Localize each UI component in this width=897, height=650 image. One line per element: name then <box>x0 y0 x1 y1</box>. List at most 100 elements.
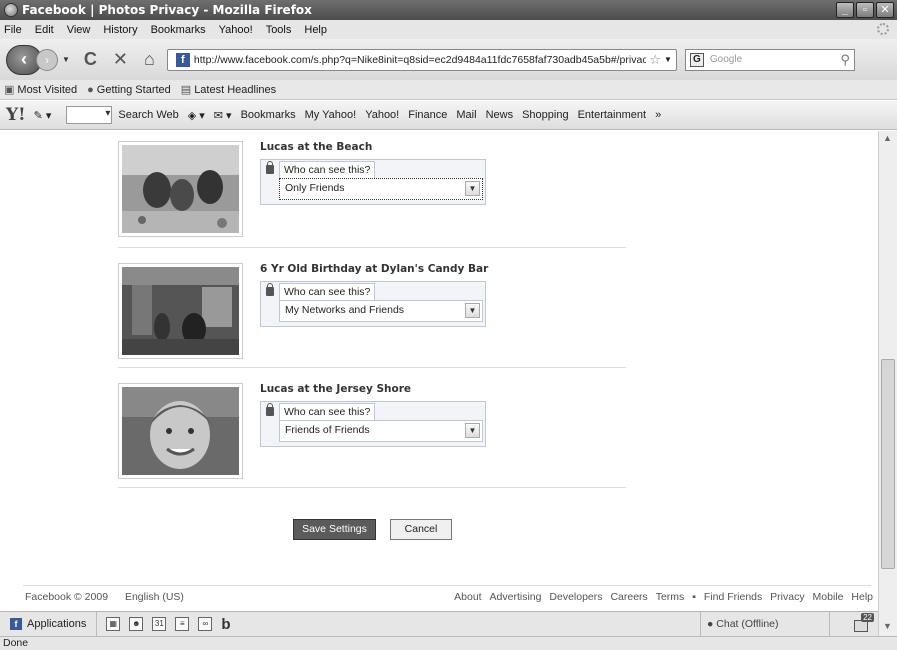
reload-icon[interactable]: C <box>84 49 97 70</box>
who-can-see-label: Who can see this? <box>279 283 376 300</box>
privacy-select[interactable]: Friends of Friends ▼ <box>279 420 483 442</box>
photos-icon[interactable]: ▦ <box>106 617 121 631</box>
pencil-icon[interactable]: ✎ ▾ <box>34 109 52 122</box>
shopping-button[interactable]: Shopping <box>522 109 569 121</box>
chevron-down-icon[interactable]: ▼ <box>465 303 480 318</box>
lock-icon <box>266 403 274 416</box>
menu-help[interactable]: Help <box>304 24 327 36</box>
stop-icon[interactable]: ✕ <box>113 49 128 70</box>
chevron-down-icon[interactable]: ▼ <box>465 423 480 438</box>
footer-link-find-friends[interactable]: Find Friends <box>704 591 762 603</box>
scrollbar-thumb[interactable] <box>881 359 895 569</box>
beach-photo <box>122 145 239 233</box>
chevron-down-icon[interactable]: ▼ <box>465 181 480 196</box>
jersey-shore-photo <box>122 387 239 475</box>
home-icon[interactable]: ⌂ <box>144 49 155 70</box>
applications-button[interactable]: f Applications <box>0 611 98 636</box>
notification-count: 22 <box>861 613 874 622</box>
maximize-button[interactable]: ▫ <box>856 2 874 18</box>
yahoo-logo[interactable]: Y! <box>6 105 26 125</box>
save-settings-button[interactable]: Save Settings <box>293 519 376 540</box>
menu-history[interactable]: History <box>103 24 137 36</box>
close-button[interactable]: ✕ <box>876 2 894 18</box>
footer-link-advertising[interactable]: Advertising <box>490 591 542 603</box>
finance-button[interactable]: Finance <box>408 109 447 121</box>
entertainment-button[interactable]: Entertainment <box>578 109 646 121</box>
footer-link-about[interactable]: About <box>454 591 481 603</box>
photo-thumbnail[interactable] <box>118 383 243 479</box>
b-app-icon[interactable]: b <box>221 616 230 633</box>
yahoo-search-input[interactable] <box>66 106 113 124</box>
menu-yahoo[interactable]: Yahoo! <box>219 24 253 36</box>
search-input[interactable]: Google <box>710 54 840 65</box>
vertical-scrollbar[interactable]: ▲ ▼ <box>878 131 897 636</box>
photo-thumbnail[interactable] <box>118 263 243 359</box>
footer-link-careers[interactable]: Careers <box>610 591 647 603</box>
chat-button[interactable]: ● Chat (Offline) <box>700 612 830 636</box>
links-icon[interactable]: ∞ <box>198 617 213 631</box>
footer-link-developers[interactable]: Developers <box>549 591 602 603</box>
history-dropdown-icon[interactable]: ▼ <box>62 55 70 64</box>
bookmark-latest-headlines[interactable]: ▤ Latest Headlines <box>180 83 276 97</box>
url-bar[interactable]: f http://www.facebook.com/s.php?q=Nike8i… <box>166 48 677 71</box>
search-icon[interactable]: ⚲ <box>840 52 850 68</box>
page-content: Lucas at the Beach Who can see this? Onl… <box>0 131 878 636</box>
bookmark-getting-started[interactable]: ● Getting Started <box>87 84 171 96</box>
footer-link-terms[interactable]: Terms <box>656 591 685 603</box>
url-text[interactable]: http://www.facebook.com/s.php?q=Nike8ini… <box>194 54 646 66</box>
bookmark-most-visited[interactable]: ▣ Most Visited <box>4 83 77 97</box>
language-link[interactable]: English (US) <box>125 591 184 603</box>
bookmarks-toolbar: ▣ Most Visited ● Getting Started ▤ Latest H… <box>0 80 897 100</box>
google-icon[interactable]: G <box>689 52 704 67</box>
throbber-icon <box>877 23 889 35</box>
privacy-select[interactable]: My Networks and Friends ▼ <box>279 300 483 322</box>
menu-bookmarks[interactable]: Bookmarks <box>151 24 206 36</box>
menu-tools[interactable]: Tools <box>266 24 292 36</box>
lock-icon <box>266 161 274 174</box>
mail-button[interactable]: Mail <box>456 109 476 121</box>
privacy-select-value: Friends of Friends <box>285 424 370 436</box>
lock-icon <box>266 283 274 296</box>
notifications-button[interactable]: 22 <box>852 613 874 634</box>
photo-thumbnail[interactable] <box>118 141 243 237</box>
yahoo-bookmarks-button[interactable]: Bookmarks <box>241 109 296 121</box>
scroll-down-icon[interactable]: ▼ <box>883 621 892 631</box>
search-web-button[interactable]: Search Web <box>118 109 178 121</box>
menu-view[interactable]: View <box>67 24 91 36</box>
footer-divider <box>23 585 871 586</box>
firefox-small-icon: ● <box>87 83 94 96</box>
url-dropdown-icon[interactable]: ▼ <box>664 55 672 64</box>
highlight-icon[interactable]: ✉ ▾ <box>214 109 232 122</box>
cancel-button[interactable]: Cancel <box>390 519 452 540</box>
navigation-toolbar: ‹ › ▼ C ✕ ⌂ f http://www.facebook.com/s.… <box>0 39 897 80</box>
privacy-select[interactable]: Only Friends ▼ <box>279 178 483 200</box>
yahoo-button[interactable]: Yahoo! <box>365 109 399 121</box>
scroll-up-icon[interactable]: ▲ <box>883 133 892 143</box>
my-yahoo-button[interactable]: My Yahoo! <box>305 109 357 121</box>
status-bar: Done <box>0 636 897 650</box>
rss-icon: ▤ <box>180 84 192 96</box>
toolbar-overflow-button[interactable]: » <box>655 109 661 121</box>
footer-link-mobile[interactable]: Mobile <box>813 591 844 603</box>
footer-link-help[interactable]: Help <box>851 591 873 603</box>
row-divider <box>118 487 626 488</box>
who-can-see-label: Who can see this? <box>279 161 376 178</box>
footer: Facebook © 2009 English (US) About Adver… <box>25 591 873 603</box>
bookmark-star-icon[interactable]: ☆ <box>649 52 661 68</box>
privacy-control: Who can see this? Friends of Friends ▼ <box>260 401 486 447</box>
menu-edit[interactable]: Edit <box>35 24 54 36</box>
photo-title: Lucas at the Jersey Shore <box>260 383 412 395</box>
news-button[interactable]: News <box>486 109 514 121</box>
minimize-button[interactable]: _ <box>836 2 854 18</box>
menu-bar: File Edit View History Bookmarks Yahoo! … <box>0 20 897 39</box>
search-box[interactable]: G Google ⚲ <box>684 48 855 71</box>
privacy-control: Who can see this? Only Friends ▼ <box>260 159 486 205</box>
row-divider <box>118 367 626 368</box>
shield-icon[interactable]: ◈ ▾ <box>188 109 205 122</box>
events-icon[interactable]: 31 <box>152 617 167 631</box>
forward-button[interactable]: › <box>36 48 58 71</box>
menu-file[interactable]: File <box>4 24 22 36</box>
footer-link-privacy[interactable]: Privacy <box>770 591 804 603</box>
groups-icon[interactable]: ☻ <box>129 617 144 631</box>
notes-icon[interactable]: ≡ <box>175 617 190 631</box>
